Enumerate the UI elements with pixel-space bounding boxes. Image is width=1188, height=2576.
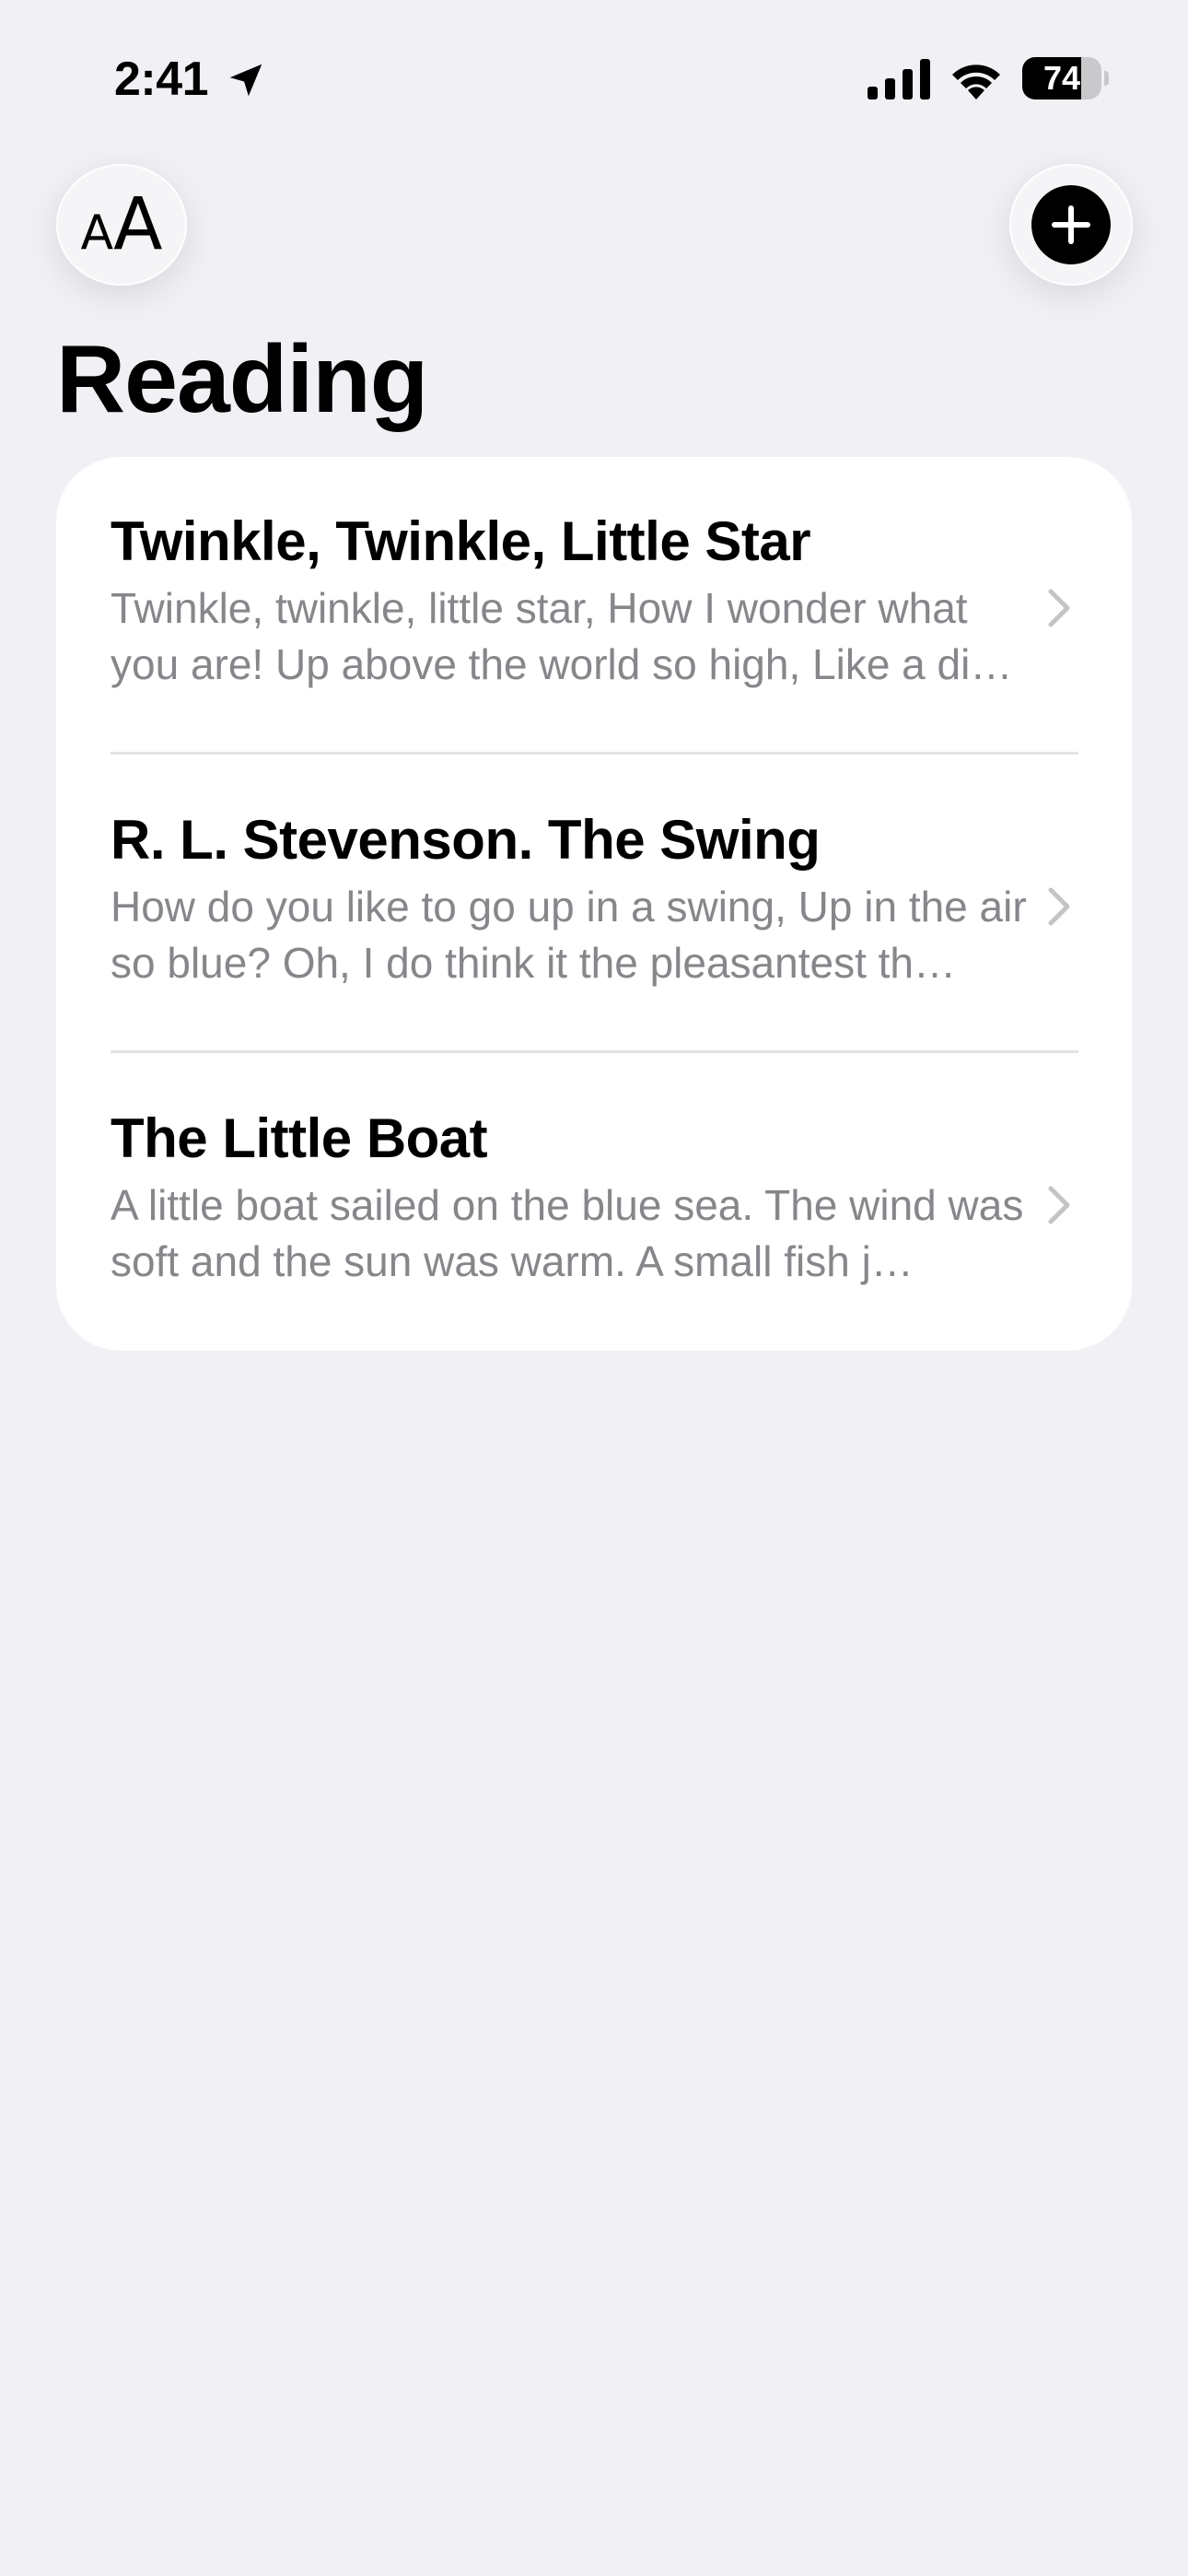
reading-preview: Twinkle, twinkle, little star, How I won… [111,584,1013,688]
reading-title: The Little Boat [111,1107,488,1169]
battery-level: 74 [1042,59,1081,97]
readings-list: Twinkle, Twinkle, Little Star Twinkle, t… [56,457,1132,1351]
reading-preview: How do you like to go up in a swing, Up … [111,883,1027,987]
reading-preview: A little boat sailed on the blue sea. Th… [111,1181,1024,1285]
chevron-right-icon [1048,589,1070,627]
reading-title: R. L. Stevenson. The Swing [111,809,821,871]
add-reading-button[interactable] [1009,164,1133,286]
plus-circle-icon [1031,185,1111,264]
status-time: 2:41 [114,53,209,106]
chevron-right-icon [1048,1186,1070,1224]
page-title: Reading [56,326,428,433]
text-size-icon: AA [80,183,163,266]
battery-body: 74 [1022,57,1101,100]
wifi-icon [952,64,1000,100]
list-divider [111,1050,1078,1053]
reading-item-twinkle-twinkle[interactable]: Twinkle, Twinkle, Little Star Twinkle, t… [56,457,1132,755]
location-arrow-icon [229,64,262,97]
cellular-signal-icon [868,59,930,100]
reading-item-the-swing[interactable]: R. L. Stevenson. The Swing How do you li… [56,755,1132,1054]
battery-icon: 74 [1022,57,1109,100]
list-divider [111,752,1078,755]
reading-title: Twinkle, Twinkle, Little Star [111,510,811,572]
battery-tip [1104,71,1109,86]
reading-item-the-little-boat[interactable]: The Little Boat A little boat sailed on … [56,1054,1132,1351]
status-bar: 2:41 74 [0,0,1188,157]
text-size-button[interactable]: AA [56,164,187,286]
chevron-right-icon [1048,887,1070,926]
